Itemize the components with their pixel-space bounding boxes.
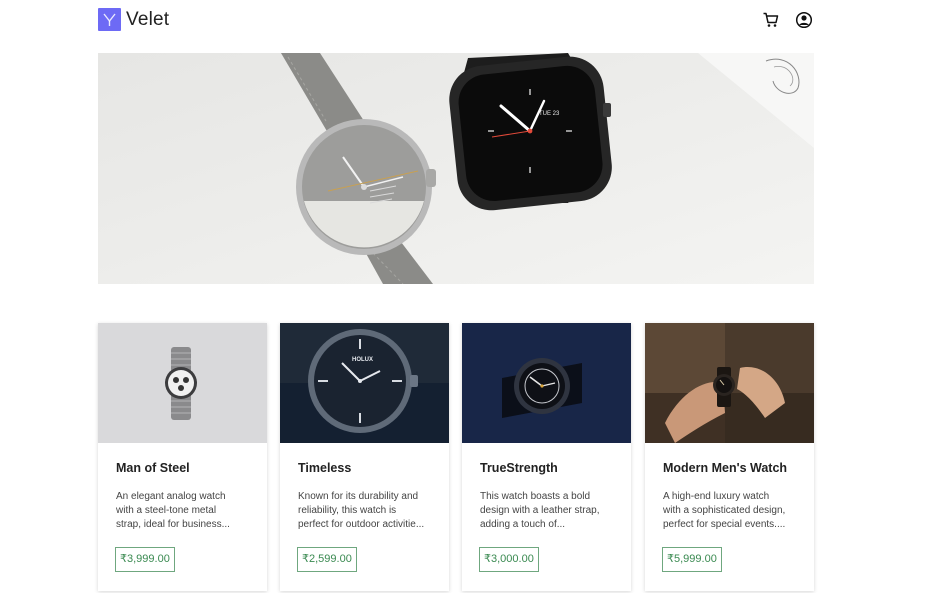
desc-line: with a steel-tone metal — [116, 505, 217, 516]
site-header: Velet — [98, 8, 814, 32]
desc-line: This watch boasts a bold — [480, 491, 591, 502]
desc-line: Known for its durability and — [298, 491, 419, 502]
desc-line: perfect for outdoor activitie... — [298, 519, 425, 530]
desc-line: perfect for special events.... — [663, 519, 786, 530]
product-description: Known for its durability and reliability… — [298, 490, 438, 532]
user-account-icon[interactable] — [795, 11, 813, 29]
desc-line: design with a leather strap, — [480, 505, 600, 516]
brand-name[interactable]: Velet — [126, 8, 169, 32]
desc-line: An elegant analog watch — [116, 491, 226, 502]
product-title[interactable]: Timeless — [298, 461, 351, 475]
product-card[interactable]: TrueStrength This watch boasts a bold de… — [462, 323, 631, 591]
dial-date-text: TUE 23 — [539, 111, 560, 117]
price-button[interactable]: ₹5,999.00 — [662, 547, 722, 572]
v-logo-icon[interactable] — [98, 8, 121, 31]
product-card[interactable]: HOLUX Timeless Known for its durability … — [280, 323, 449, 591]
product-title[interactable]: Modern Men's Watch — [663, 461, 787, 475]
price-button[interactable]: ₹3,000.00 — [479, 547, 539, 572]
product-description: An elegant analog watch with a steel-ton… — [116, 490, 256, 532]
product-image[interactable] — [645, 323, 814, 443]
product-description: A high-end luxury watch with a sophistic… — [663, 490, 803, 532]
price-button[interactable]: ₹2,599.00 — [297, 547, 357, 572]
product-image[interactable] — [98, 323, 267, 443]
product-title[interactable]: TrueStrength — [480, 461, 558, 475]
hero-banner: TUE 23 — [98, 53, 814, 284]
product-description: This watch boasts a bold design with a l… — [480, 490, 620, 532]
desc-line: with a sophisticated design, — [663, 505, 786, 516]
desc-line: reliability, this watch is — [298, 505, 397, 516]
price-button[interactable]: ₹3,999.00 — [115, 547, 175, 572]
product-card[interactable]: Man of Steel An elegant analog watch wit… — [98, 323, 267, 591]
product-card[interactable]: Modern Men's Watch A high-end luxury wat… — [645, 323, 814, 591]
product-image[interactable] — [462, 323, 631, 443]
product-title[interactable]: Man of Steel — [116, 461, 190, 475]
cart-icon[interactable] — [762, 11, 780, 29]
desc-line: adding a touch of... — [480, 519, 566, 530]
desc-line: strap, ideal for business... — [116, 519, 230, 530]
watch-brand-text: HOLUX — [352, 357, 373, 363]
product-image[interactable]: HOLUX — [280, 323, 449, 443]
product-grid: Man of Steel An elegant analog watch wit… — [98, 323, 814, 593]
desc-line: A high-end luxury watch — [663, 491, 770, 502]
